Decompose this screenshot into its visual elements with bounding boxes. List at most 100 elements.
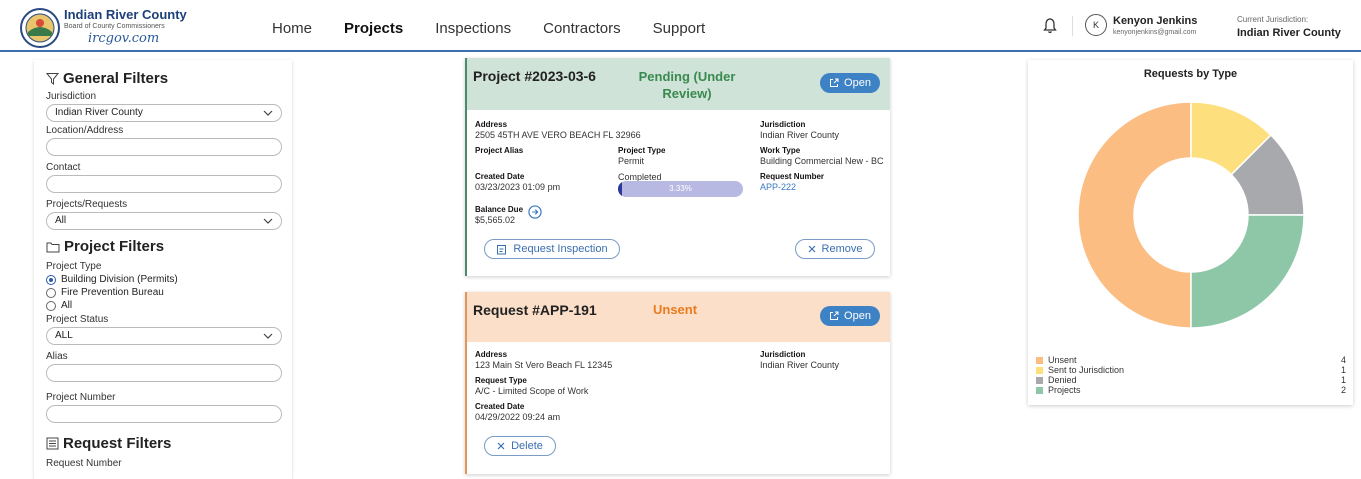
donut-slice-unsent[interactable] xyxy=(1077,101,1192,329)
legend-item[interactable]: Denied 1 xyxy=(1036,375,1346,385)
delete-label: Delete xyxy=(511,440,543,452)
radio-fire-prevention[interactable]: Fire Prevention Bureau xyxy=(46,287,282,298)
donut-slice-projects[interactable] xyxy=(1190,214,1305,329)
legend-label: Denied xyxy=(1048,375,1077,385)
current-jurisdiction-value[interactable]: Indian River County xyxy=(1237,27,1341,39)
legend-label: Sent to Jurisdiction xyxy=(1048,365,1125,375)
jurisdiction-label: Jurisdiction xyxy=(760,350,806,359)
open-project-button[interactable]: Open xyxy=(820,73,880,93)
legend-value: 1 xyxy=(1340,375,1346,385)
project-jurisdiction: Jurisdiction Indian River County xyxy=(760,120,839,140)
open-label: Open xyxy=(844,310,871,322)
close-icon xyxy=(497,442,505,450)
request-jurisdiction: Jurisdiction Indian River County xyxy=(760,350,839,370)
county-seal-logo[interactable] xyxy=(20,8,60,48)
legend-item[interactable]: Projects 2 xyxy=(1036,385,1346,395)
bell-icon[interactable] xyxy=(1043,18,1057,34)
nav-contractors[interactable]: Contractors xyxy=(543,20,621,37)
request-filters-title: Request Filters xyxy=(63,435,172,452)
request-number-link[interactable]: APP-222 xyxy=(760,182,796,192)
project-alias: Project Alias xyxy=(475,146,523,156)
request-inspection-label: Request Inspection xyxy=(513,243,608,255)
project-address: Address 2505 45TH AVE VERO BEACH FL 3296… xyxy=(475,120,641,140)
legend-value: 1 xyxy=(1340,365,1346,375)
list-icon xyxy=(46,437,59,450)
alias-input[interactable] xyxy=(46,364,282,382)
alias-label: Project Alias xyxy=(475,146,524,155)
completed-progress-bar: 3.33% xyxy=(618,181,743,197)
projects-requests-select[interactable]: All xyxy=(46,212,282,230)
request-number-label: Request Number xyxy=(46,458,122,469)
project-status: Pending (Under Review) xyxy=(627,68,747,102)
contact-input[interactable] xyxy=(46,175,282,193)
request-inspection-button[interactable]: Request Inspection xyxy=(484,239,620,259)
jurisdiction-label: Jurisdiction xyxy=(760,120,806,129)
chevron-down-icon xyxy=(263,333,273,339)
external-link-icon xyxy=(830,78,839,87)
request-filters-heading: Request Filters xyxy=(46,435,282,452)
project-type-label: Project Type xyxy=(46,261,102,272)
radio-button[interactable] xyxy=(46,300,56,311)
request-card-header: Request #APP-191 Unsent Open xyxy=(467,292,890,342)
project-filters-heading: Project Filters xyxy=(46,238,282,255)
location-input[interactable] xyxy=(46,138,282,156)
jurisdiction-value: Indian River County xyxy=(760,130,840,140)
address-label: Address xyxy=(475,350,508,359)
created-label: Created Date xyxy=(475,172,525,181)
filters-panel: General Filters Jurisdiction Indian Rive… xyxy=(34,60,292,479)
remove-button[interactable]: Remove xyxy=(795,239,875,259)
avatar[interactable]: K xyxy=(1085,14,1107,36)
general-filters-title: General Filters xyxy=(63,70,169,87)
donut-chart xyxy=(1077,101,1305,329)
radio-button[interactable] xyxy=(46,287,56,298)
folder-icon xyxy=(46,242,60,252)
legend-value: 2 xyxy=(1340,385,1346,395)
delete-button[interactable]: Delete xyxy=(484,436,556,456)
work-type-value: Building Commercial New - BC xyxy=(760,156,884,166)
logo-text[interactable]: Indian River County Board of County Comm… xyxy=(64,8,187,47)
arrow-right-circle-icon[interactable] xyxy=(528,205,542,219)
legend-item[interactable]: Unsent 4 xyxy=(1036,355,1346,365)
nav-projects[interactable]: Projects xyxy=(344,20,403,37)
project-status-value: ALL xyxy=(55,330,73,341)
location-label: Location/Address xyxy=(46,125,124,136)
logo-subtitle: Board of County Commissioners xyxy=(64,23,165,30)
open-request-button[interactable]: Open xyxy=(820,306,880,326)
address-value: 123 Main St Vero Beach FL 12345 xyxy=(475,360,613,370)
project-work-type: Work Type Building Commercial New - BC xyxy=(760,146,884,166)
progress-text: 3.33% xyxy=(669,184,692,193)
created-label: Created Date xyxy=(475,402,525,411)
chevron-down-icon xyxy=(263,218,273,224)
request-type: Request Type A/C - Limited Scope of Work xyxy=(475,376,588,396)
project-balance: Balance Due $5,565.02 xyxy=(475,205,523,225)
project-status-select[interactable]: ALL xyxy=(46,327,282,345)
nav-inspections[interactable]: Inspections xyxy=(435,20,511,37)
balance-value: $5,565.02 xyxy=(475,215,516,225)
legend-item[interactable]: Sent to Jurisdiction 1 xyxy=(1036,365,1346,375)
close-icon xyxy=(808,245,815,253)
request-type-value: A/C - Limited Scope of Work xyxy=(475,386,589,396)
request-card: Request #APP-191 Unsent Open Address 123… xyxy=(465,292,890,474)
radio-button-checked[interactable] xyxy=(46,274,56,285)
radio-all[interactable]: All xyxy=(46,300,282,311)
user-name[interactable]: Kenyon Jenkins xyxy=(1113,15,1197,27)
remove-label: Remove xyxy=(821,243,863,255)
project-type: Project Type Permit xyxy=(618,146,665,166)
project-title: Project #2023-03-6 xyxy=(473,68,596,84)
jurisdiction-label: Jurisdiction xyxy=(46,91,97,102)
legend-swatch xyxy=(1036,367,1043,374)
nav-support[interactable]: Support xyxy=(653,20,706,37)
radio-building-division[interactable]: Building Division (Permits) xyxy=(46,274,282,285)
type-label: Project Type xyxy=(618,146,666,155)
chart-legend: Unsent 4 Sent to Jurisdiction 1 Denied 1 Proje… xyxy=(1036,355,1346,395)
created-value: 03/23/2023 01:09 pm xyxy=(475,182,561,192)
radio-label: All xyxy=(61,300,73,311)
jurisdiction-select[interactable]: Indian River County xyxy=(46,104,282,122)
radio-label: Building Division (Permits) xyxy=(61,274,178,285)
clipboard-icon xyxy=(497,244,507,254)
request-title: Request #APP-191 xyxy=(473,302,597,318)
general-filters-heading: General Filters xyxy=(46,70,282,87)
project-number-input[interactable] xyxy=(46,405,282,423)
nav-home[interactable]: Home xyxy=(272,20,312,37)
legend-swatch xyxy=(1036,377,1043,384)
